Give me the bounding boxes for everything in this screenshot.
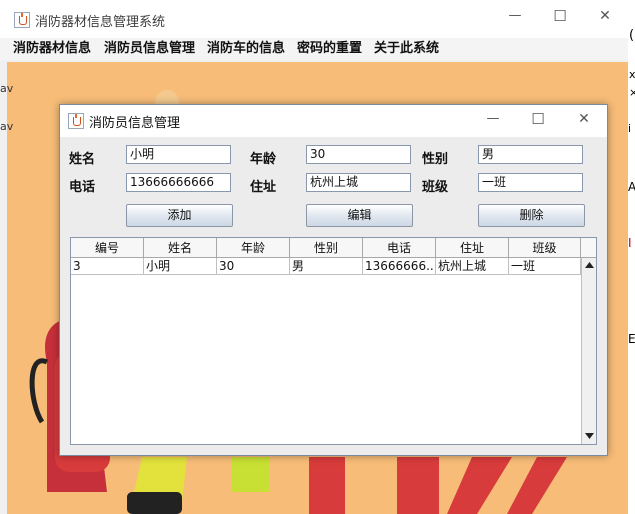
add-button[interactable]: 添加: [126, 204, 233, 227]
column-header-corner: [581, 238, 596, 258]
close-icon[interactable]: ✕: [569, 111, 599, 127]
menu-firefighter-management[interactable]: 消防员信息管理: [104, 38, 195, 60]
class-label: 班级: [422, 180, 449, 195]
maximize-icon[interactable]: ☐: [523, 110, 553, 128]
column-header-phone[interactable]: 电话: [363, 238, 436, 258]
column-header-name[interactable]: 姓名: [144, 238, 217, 258]
table-cell-age[interactable]: 30: [217, 258, 290, 275]
gender-field[interactable]: 男: [478, 145, 583, 164]
edge-fragment: (: [629, 28, 635, 43]
main-window-title: 消防器材信息管理系统: [35, 15, 166, 30]
column-header-address[interactable]: 住址: [436, 238, 509, 258]
table-cell-name[interactable]: 小明: [144, 258, 217, 275]
address-label: 住址: [250, 180, 277, 195]
column-header-age[interactable]: 年龄: [217, 238, 290, 258]
age-label: 年龄: [250, 152, 277, 167]
table-cell-address[interactable]: 杭州上城: [436, 258, 509, 275]
menu-fire-truck-info[interactable]: 消防车的信息: [207, 38, 285, 60]
address-field[interactable]: 杭州上城: [306, 173, 411, 192]
table-cell-gender[interactable]: 男: [290, 258, 363, 275]
main-title-bar[interactable]: 消防器材信息管理系统 — ☐ ✕: [0, 0, 635, 38]
left-fragment: av: [0, 82, 14, 95]
scroll-up-icon[interactable]: [585, 262, 594, 268]
minimize-icon[interactable]: —: [500, 8, 530, 23]
close-icon[interactable]: ✕: [590, 8, 620, 24]
phone-label: 电话: [69, 180, 96, 195]
vertical-scrollbar[interactable]: [581, 258, 596, 444]
name-label: 姓名: [69, 152, 96, 167]
dialog-title: 消防员信息管理: [89, 116, 181, 131]
edge-fragment: x: [629, 68, 635, 81]
table-cell-id[interactable]: 3: [71, 258, 144, 275]
menu-equipment-info[interactable]: 消防器材信息: [13, 38, 91, 60]
java-app-icon: [14, 12, 30, 28]
minimize-icon[interactable]: —: [478, 111, 508, 126]
column-header-class[interactable]: 班级: [509, 238, 581, 258]
delete-button[interactable]: 删除: [478, 204, 585, 227]
java-app-icon: [68, 113, 84, 129]
phone-field[interactable]: 13666666666: [126, 173, 231, 192]
left-fragment: av: [0, 120, 14, 133]
edge-fragment: I: [628, 236, 632, 250]
edge-fragment: A: [628, 180, 635, 194]
neighbor-window-edge: ( x × i A I E: [628, 0, 635, 514]
edit-button[interactable]: 编辑: [306, 204, 413, 227]
menu-about-system[interactable]: 关于此系统: [374, 38, 439, 60]
edge-fragment: ×: [629, 86, 635, 99]
age-field[interactable]: 30: [306, 145, 411, 164]
edge-fragment: i: [628, 122, 632, 135]
class-field[interactable]: 一班: [478, 173, 583, 192]
menu-password-reset[interactable]: 密码的重置: [297, 38, 362, 60]
column-header-id[interactable]: 编号: [71, 238, 144, 258]
table-cell-class[interactable]: 一班: [509, 258, 581, 275]
firefighter-table: 编号 姓名 年龄 性别 电话 住址 班级 3 小明 30 男 13666666.…: [70, 237, 597, 445]
column-header-gender[interactable]: 性别: [290, 238, 363, 258]
firefighter-management-dialog: 消防员信息管理 — ☐ ✕ 姓名 小明 年龄 30 性别 男 电话 136666…: [59, 104, 608, 456]
edge-fragment: E: [628, 332, 635, 346]
dialog-title-bar[interactable]: 消防员信息管理 — ☐ ✕: [60, 105, 607, 137]
name-field[interactable]: 小明: [126, 145, 231, 164]
maximize-icon[interactable]: ☐: [545, 7, 575, 25]
gender-label: 性别: [422, 152, 449, 167]
table-cell-phone[interactable]: 13666666...: [363, 258, 436, 275]
scroll-down-icon[interactable]: [585, 433, 594, 439]
